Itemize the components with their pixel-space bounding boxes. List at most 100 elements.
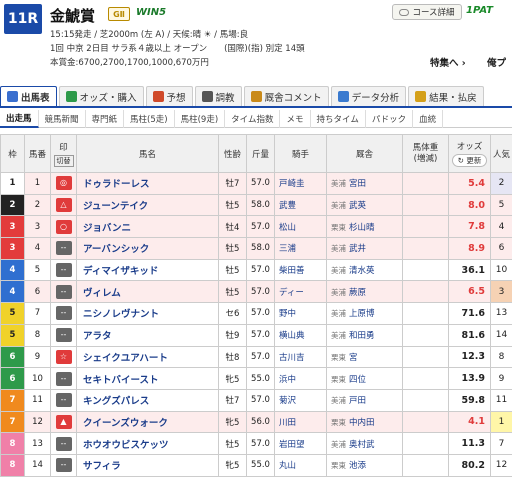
subtab-9[interactable]: 血統	[413, 110, 444, 128]
tab-2[interactable]: 予想	[145, 86, 193, 106]
odds-cell[interactable]: 81.6	[448, 323, 491, 347]
mark-cell[interactable]: ▲	[50, 410, 77, 434]
trainer-link[interactable]: 蕨原	[349, 288, 366, 298]
trainer-link[interactable]: 和田勇	[349, 331, 375, 341]
odds-cell[interactable]: 11.3	[448, 432, 491, 455]
trainer-link[interactable]: 池添	[349, 461, 366, 471]
mark-cell[interactable]: ☆	[50, 345, 77, 369]
trainer-link[interactable]: 宮田	[349, 179, 366, 189]
subtab-3[interactable]: 馬柱(5走)	[124, 110, 175, 128]
trainer-link[interactable]: 武井	[349, 244, 366, 254]
odds-cell[interactable]: 80.2	[448, 453, 491, 477]
subtab-4[interactable]: 馬柱(9走)	[175, 110, 226, 128]
jockey-link[interactable]: 菊沢	[274, 388, 327, 412]
table-row[interactable]: 4 5 -- ディマイザキッド 牡5 57.0 柴田善 美浦 清水英 36.1 10	[0, 258, 512, 282]
table-row[interactable]: 8 13 -- ホウオウビスケッツ 牡5 57.0 岩田望 美浦 奥村武 11.3 7	[0, 432, 512, 455]
trainer-link[interactable]: 武英	[349, 201, 366, 211]
tab-4[interactable]: 厩舎コメント	[243, 86, 329, 106]
horse-name-link[interactable]: ホウオウビスケッツ	[76, 432, 219, 455]
mark-cell[interactable]: --	[50, 237, 77, 260]
horse-name-link[interactable]: ジューンテイク	[76, 193, 219, 217]
horse-name-link[interactable]: セキトバイースト	[76, 367, 219, 390]
jockey-link[interactable]: 横山典	[274, 323, 327, 347]
my-pro-link[interactable]: 俺プ	[487, 55, 506, 69]
trainer-link[interactable]: 四位	[349, 375, 366, 385]
subtab-2[interactable]: 専門紙	[86, 110, 125, 128]
odds-cell[interactable]: 5.4	[448, 172, 491, 195]
odds-cell[interactable]: 8.9	[448, 237, 491, 260]
mark-cell[interactable]: --	[50, 280, 77, 304]
mark-switch-button[interactable]: 切替	[53, 154, 74, 167]
subtab-8[interactable]: パドック	[366, 110, 414, 128]
table-row[interactable]: 3 3 ○ ジョバンニ 牡4 57.0 松山 栗東 杉山晴 7.8 4	[0, 215, 512, 239]
horse-name-link[interactable]: サフィラ	[76, 453, 219, 477]
mark-cell[interactable]: --	[50, 258, 77, 282]
horse-name-link[interactable]: ドゥラドーレス	[76, 172, 219, 195]
jockey-link[interactable]: 丸山	[274, 453, 327, 477]
odds-cell[interactable]: 59.8	[448, 388, 491, 412]
horse-name-link[interactable]: シェイクユアハート	[76, 345, 219, 369]
odds-refresh-button[interactable]: ↻ 更新	[451, 154, 488, 167]
horse-name-link[interactable]: キングズパレス	[76, 388, 219, 412]
feature-link[interactable]: 特集へ ›	[430, 55, 466, 69]
subtab-6[interactable]: メモ	[280, 110, 311, 128]
horse-name-link[interactable]: アーバンシック	[76, 237, 219, 260]
mark-cell[interactable]: △	[50, 193, 77, 217]
tab-0[interactable]: 出馬表	[0, 86, 57, 106]
tab-6[interactable]: 結果・払戻	[408, 86, 484, 106]
odds-cell[interactable]: 13.9	[448, 367, 491, 390]
subtab-0[interactable]: 出走馬	[0, 110, 39, 128]
table-row[interactable]: 6 9 ☆ シェイクユアハート 牡8 57.0 古川吉 栗東宮 12.3 8	[0, 345, 512, 369]
horse-name-link[interactable]: ヴィレム	[76, 280, 219, 304]
table-row[interactable]: 5 7 -- ニシノレヴナント セ6 57.0 野中 美浦 上原博 71.6 13	[0, 302, 512, 325]
mark-cell[interactable]: --	[50, 453, 77, 477]
horse-name-link[interactable]: アラタ	[76, 323, 219, 347]
course-detail-button[interactable]: コース詳細	[392, 4, 462, 20]
table-row[interactable]: 7 11 -- キングズパレス 牡7 57.0 菊沢 美浦 戸田 59.8 11	[0, 388, 512, 412]
table-row[interactable]: 6 10 -- セキトバイースト 牝5 55.0 浜中 栗東 四位 13.9 9	[0, 367, 512, 390]
mark-cell[interactable]: ○	[50, 215, 77, 239]
subtab-1[interactable]: 競馬新聞	[39, 110, 86, 128]
subtab-5[interactable]: タイム指数	[225, 110, 281, 128]
table-row[interactable]: 2 2 △ ジューンテイク 牡5 58.0 武豊 美浦 武英 8.0 5	[0, 193, 512, 217]
table-row[interactable]: 4 6 -- ヴィレム 牡5 57.0 ディー 美浦 蕨原 6.5 3	[0, 280, 512, 304]
horse-name-link[interactable]: ニシノレヴナント	[76, 302, 219, 325]
jockey-link[interactable]: 岩田望	[274, 432, 327, 455]
odds-cell[interactable]: 4.1	[448, 410, 491, 434]
odds-cell[interactable]: 7.8	[448, 215, 491, 239]
horse-name-link[interactable]: ジョバンニ	[76, 215, 219, 239]
trainer-link[interactable]: 奥村武	[349, 440, 375, 450]
mark-cell[interactable]: --	[50, 302, 77, 325]
table-row[interactable]: 8 14 -- サフィラ 牝5 55.0 丸山 栗東 池添 80.2 12	[0, 453, 512, 477]
trainer-link[interactable]: 戸田	[349, 396, 366, 406]
odds-cell[interactable]: 8.0	[448, 193, 491, 217]
mark-cell[interactable]: ◎	[50, 172, 77, 195]
trainer-link[interactable]: 杉山晴	[349, 223, 375, 233]
mark-cell[interactable]: --	[50, 367, 77, 390]
mark-cell[interactable]: --	[50, 323, 77, 347]
jockey-link[interactable]: 武豊	[274, 193, 327, 217]
trainer-link[interactable]: 中内田	[349, 418, 375, 428]
jockey-link[interactable]: 三浦	[274, 237, 327, 260]
tab-5[interactable]: データ分析	[330, 86, 407, 106]
jockey-link[interactable]: 川田	[274, 410, 327, 434]
subtab-7[interactable]: 持ちタイム	[311, 110, 366, 128]
trainer-link[interactable]: 清水英	[349, 266, 375, 276]
horse-name-link[interactable]: クイーンズウォーク	[76, 410, 219, 434]
odds-cell[interactable]: 71.6	[448, 302, 491, 325]
odds-cell[interactable]: 36.1	[448, 258, 491, 282]
jockey-link[interactable]: 戸崎圭	[274, 172, 327, 195]
jockey-link[interactable]: 松山	[274, 215, 327, 239]
table-row[interactable]: 3 4 -- アーバンシック 牡5 58.0 三浦 美浦 武井 8.9 6	[0, 237, 512, 260]
odds-cell[interactable]: 6.5	[448, 280, 491, 304]
jockey-link[interactable]: 野中	[274, 302, 327, 325]
table-row[interactable]: 7 12 ▲ クイーンズウォーク 牝5 56.0 川田 栗東 中内田 4.1 1	[0, 410, 512, 434]
jockey-link[interactable]: ディー	[274, 280, 327, 304]
odds-cell[interactable]: 12.3	[448, 345, 491, 369]
jockey-link[interactable]: 浜中	[274, 367, 327, 390]
jockey-link[interactable]: 柴田善	[274, 258, 327, 282]
mark-cell[interactable]: --	[50, 388, 77, 412]
trainer-link[interactable]: 宮	[349, 353, 358, 363]
jockey-link[interactable]: 古川吉	[274, 345, 327, 369]
table-row[interactable]: 1 1 ◎ ドゥラドーレス 牡7 57.0 戸崎圭 美浦 宮田 5.4 2	[0, 172, 512, 195]
